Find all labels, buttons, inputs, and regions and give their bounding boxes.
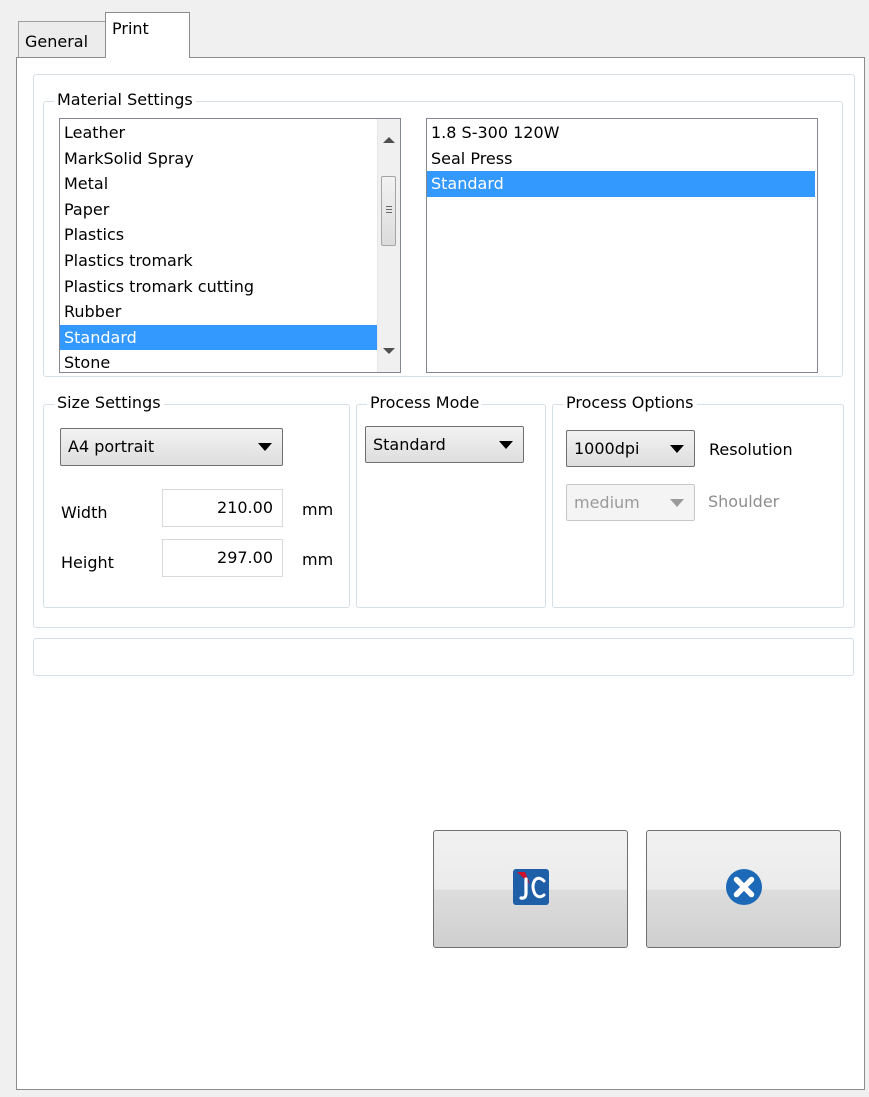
list-item[interactable]: Seal Press [427, 146, 815, 172]
material-settings-group: Material Settings Leather MarkSolid Spra… [43, 89, 843, 377]
cancel-button[interactable] [646, 830, 841, 948]
shoulder-label: Shoulder [708, 492, 780, 511]
height-label: Height [61, 553, 114, 572]
close-circle-icon [725, 868, 763, 910]
tab-print-label: Print [112, 19, 149, 38]
process-mode-legend: Process Mode [367, 392, 483, 414]
tab-general[interactable]: General [18, 21, 106, 58]
list-item[interactable]: Rubber [60, 299, 378, 325]
process-options-legend: Process Options [563, 392, 697, 414]
material-list-scrollbar[interactable] [377, 119, 400, 372]
list-item[interactable]: Metal [60, 171, 378, 197]
process-mode-select[interactable]: Standard [365, 426, 524, 463]
paper-size-value: A4 portrait [68, 437, 155, 456]
process-mode-group: Process Mode Standard [356, 392, 546, 608]
list-item[interactable]: Plastics tromark cutting [60, 274, 378, 300]
list-item-selected[interactable]: Standard [427, 171, 815, 197]
scroll-down-arrow-icon[interactable] [383, 348, 395, 354]
list-item-selected[interactable]: Standard [60, 324, 378, 351]
preset-list[interactable]: 1.8 S-300 120W Seal Press Standard [426, 118, 818, 373]
list-item[interactable]: MarkSolid Spray [60, 146, 378, 172]
process-mode-value: Standard [373, 435, 446, 454]
status-bar [33, 638, 854, 676]
settings-panel: Material Settings Leather MarkSolid Spra… [33, 74, 855, 628]
list-item[interactable]: Leather [60, 120, 378, 146]
size-settings-legend: Size Settings [54, 392, 164, 414]
width-field[interactable]: 210.00 [162, 489, 283, 527]
width-unit: mm [302, 500, 334, 519]
list-item[interactable]: Plastics [60, 222, 378, 248]
material-list[interactable]: Leather MarkSolid Spray Metal Paper Plas… [59, 118, 401, 373]
chevron-down-icon [258, 443, 272, 451]
print-tab-page: Material Settings Leather MarkSolid Spra… [16, 57, 865, 1090]
height-field[interactable]: 297.00 [162, 539, 283, 577]
list-item[interactable]: Stone [60, 350, 378, 372]
width-label: Width [61, 503, 108, 522]
tab-print[interactable]: Print [105, 12, 190, 58]
resolution-value: 1000dpi [574, 439, 640, 458]
tab-general-label: General [25, 32, 89, 51]
list-item[interactable]: Plastics tromark [60, 248, 378, 274]
scrollbar-thumb[interactable] [381, 176, 396, 246]
shoulder-value: medium [574, 493, 640, 512]
list-item[interactable]: 1.8 S-300 120W [427, 120, 815, 146]
chevron-down-icon [670, 445, 684, 453]
shoulder-select: medium [566, 484, 695, 521]
material-settings-legend: Material Settings [54, 89, 196, 111]
ok-button[interactable] [433, 830, 628, 948]
process-options-group: Process Options 1000dpi Resolution mediu… [552, 392, 844, 608]
chevron-down-icon [499, 441, 513, 449]
list-item[interactable]: Paper [60, 197, 378, 223]
chevron-down-icon [670, 499, 684, 507]
scroll-up-arrow-icon[interactable] [383, 137, 395, 143]
size-settings-group: Size Settings A4 portrait Width 210.00 m… [43, 392, 350, 608]
resolution-label: Resolution [709, 440, 793, 459]
height-unit: mm [302, 550, 334, 569]
resolution-select[interactable]: 1000dpi [566, 430, 695, 467]
paper-size-select[interactable]: A4 portrait [60, 428, 283, 466]
jc-logo-icon [512, 869, 549, 909]
